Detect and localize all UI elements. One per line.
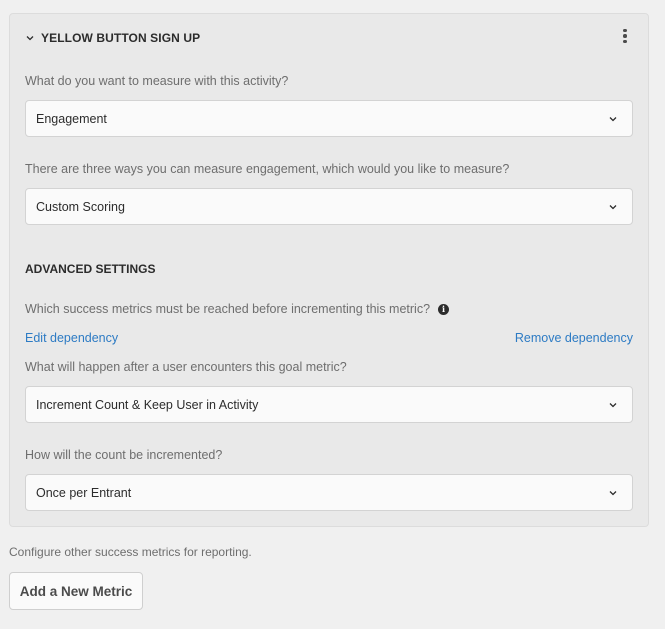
configure-metrics-text: Configure other success metrics for repo… [9, 545, 252, 559]
goal-action-select[interactable]: Increment Count & Keep User in Activity [25, 386, 633, 423]
remove-dependency-link[interactable]: Remove dependency [515, 331, 633, 345]
chevron-down-icon [608, 115, 618, 123]
chevron-down-icon [608, 401, 618, 409]
engagement-type-select[interactable]: Custom Scoring [25, 188, 633, 225]
more-options-button[interactable] [616, 26, 634, 46]
dependency-question: Which success metrics must be reached be… [25, 302, 450, 316]
info-icon[interactable]: i [438, 303, 450, 315]
chevron-down-icon [608, 489, 618, 497]
chevron-down-icon [608, 203, 618, 211]
more-vertical-icon [623, 28, 627, 33]
dependency-question-text: Which success metrics must be reached be… [25, 302, 431, 316]
measure-select-value: Engagement [36, 111, 107, 126]
metric-panel: YELLOW BUTTON SIGN UP What do you want t… [9, 13, 649, 527]
count-increment-value: Once per Entrant [36, 485, 132, 500]
count-question-label: How will the count be incremented? [25, 448, 223, 462]
panel-collapse-toggle[interactable]: YELLOW BUTTON SIGN UP [25, 28, 200, 48]
add-new-metric-button[interactable]: Add a New Metric [9, 572, 143, 610]
measure-select[interactable]: Engagement [25, 100, 633, 137]
panel-title: YELLOW BUTTON SIGN UP [41, 31, 201, 45]
count-increment-select[interactable]: Once per Entrant [25, 474, 633, 511]
advanced-settings-heading: ADVANCED SETTINGS [25, 262, 156, 276]
chevron-down-icon [25, 33, 35, 43]
engagement-type-label: There are three ways you can measure eng… [25, 162, 510, 176]
edit-dependency-link[interactable]: Edit dependency [25, 331, 118, 345]
goal-action-value: Increment Count & Keep User in Activity [36, 397, 259, 412]
goal-question-label: What will happen after a user encounters… [25, 360, 347, 374]
measure-question-label: What do you want to measure with this ac… [25, 74, 289, 88]
engagement-type-value: Custom Scoring [36, 199, 125, 214]
